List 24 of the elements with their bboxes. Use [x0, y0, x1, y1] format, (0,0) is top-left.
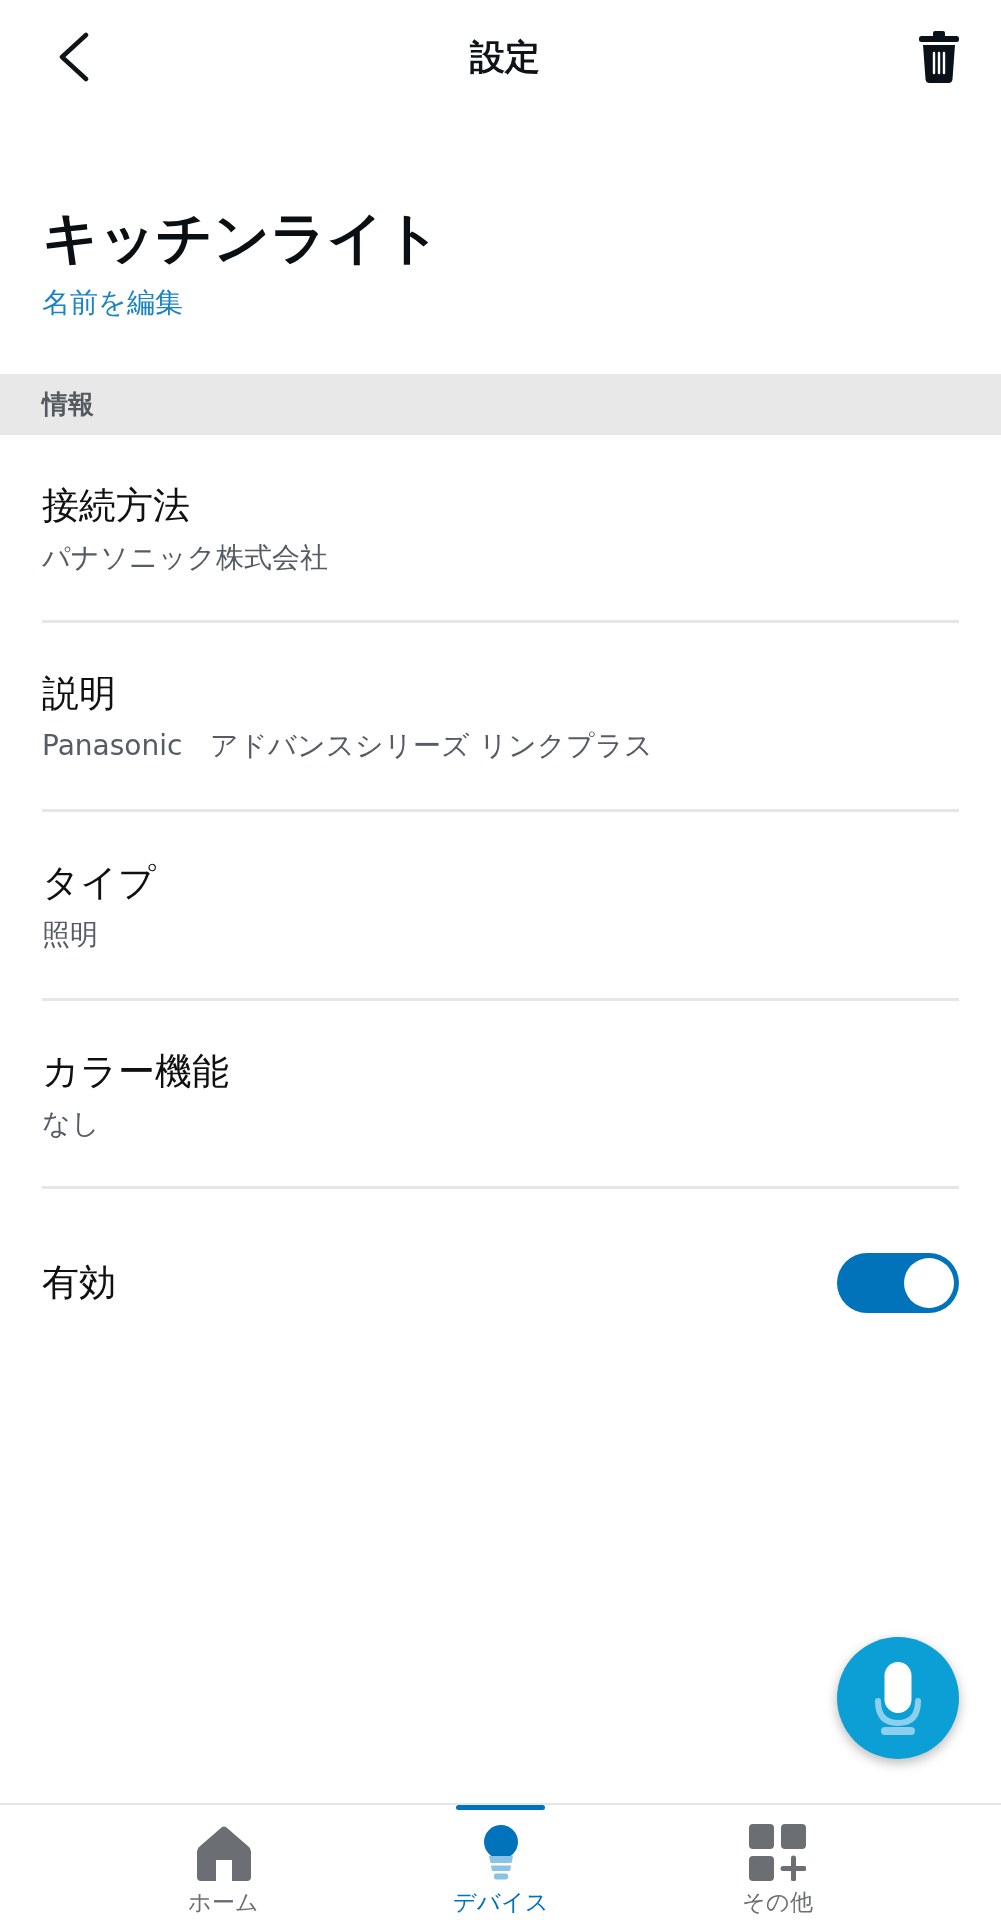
nav-tab[interactable]: その他 — [639, 1805, 916, 1920]
mic-icon — [874, 1661, 922, 1735]
info-label: 説明 — [42, 671, 117, 718]
trash-icon — [919, 31, 959, 83]
info-value: なし — [42, 1105, 101, 1142]
device-name: キッチンライト — [42, 204, 442, 272]
setting-label: 有効 — [42, 1260, 116, 1306]
info-value: Panasonic アドバンスシリーズ リンクプラス — [42, 728, 655, 765]
info-label: カラー機能 — [42, 1048, 230, 1095]
grid-plus-icon — [749, 1824, 806, 1881]
edit-name-link[interactable]: 名前を編集 — [42, 285, 183, 322]
home-icon — [196, 1826, 251, 1881]
info-value: 照明 — [42, 917, 99, 954]
back-button[interactable] — [58, 32, 90, 82]
info-label: タイプ — [42, 859, 157, 906]
section-header: 情報 — [0, 373, 1001, 435]
screen-title: 設定 — [469, 36, 540, 78]
info-value: パナソニック株式会社 — [42, 539, 329, 576]
mic-button[interactable] — [837, 1637, 959, 1759]
nav-tab[interactable]: ホーム — [85, 1805, 362, 1920]
nav-tab[interactable]: デバイス — [362, 1805, 639, 1920]
info-label: 接続方法 — [42, 482, 191, 529]
delete-button[interactable] — [919, 31, 959, 83]
back-icon — [58, 32, 90, 82]
